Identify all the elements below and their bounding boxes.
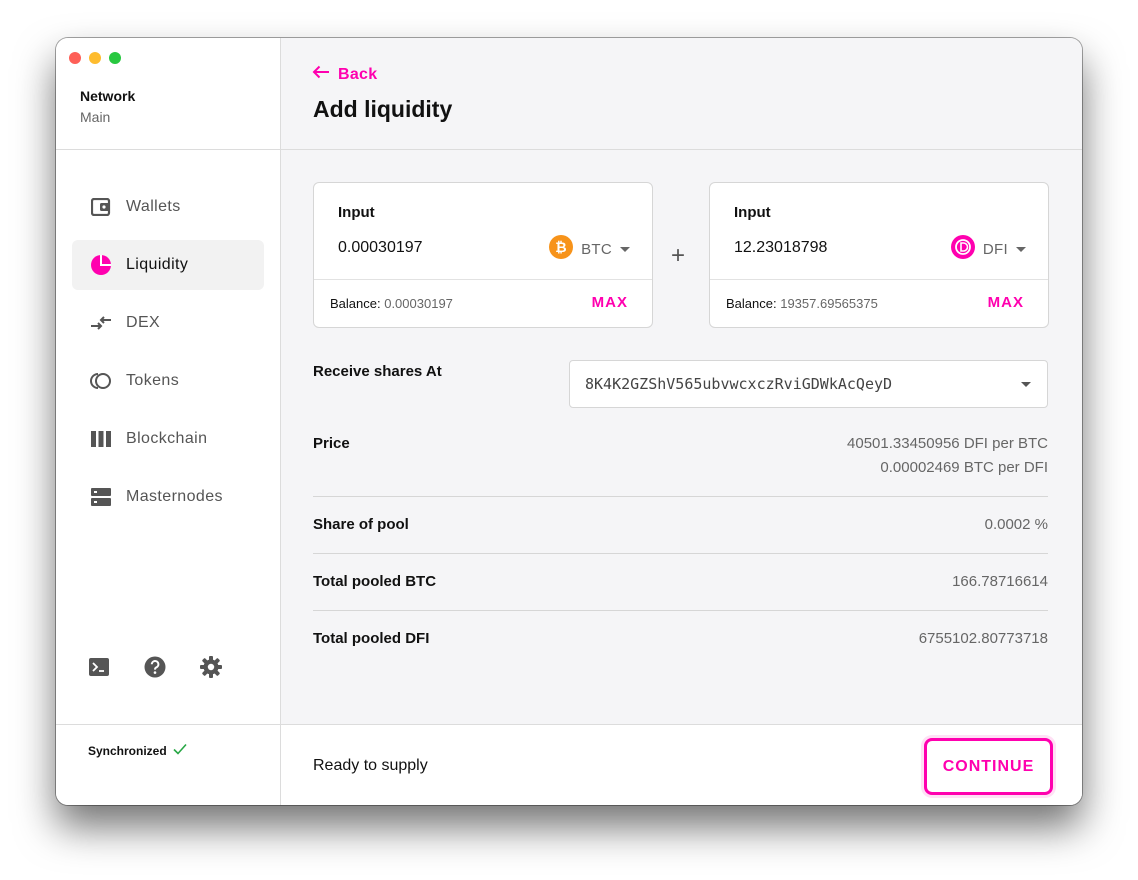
pooled-btc-value: 166.78716614 xyxy=(952,573,1048,590)
sidebar-item-label: Tokens xyxy=(126,372,180,389)
network-title: Network xyxy=(80,88,136,104)
pooled-dfi-label: Total pooled DFI xyxy=(313,630,430,647)
receive-address-value: 8K4K2GZShV565ubvwcxczRviGDWkAcQeyD xyxy=(585,375,893,393)
balance: Balance: 0.00030197 xyxy=(330,296,453,311)
back-button[interactable]: Back xyxy=(312,65,377,84)
status-text: Ready to supply xyxy=(313,757,428,774)
max-button-btc[interactable]: MAX xyxy=(592,294,628,311)
sidebar-tools xyxy=(88,656,222,678)
continue-button[interactable]: CONTINUE xyxy=(924,738,1053,795)
dfi-icon xyxy=(950,235,975,264)
btc-icon: ₿ xyxy=(549,235,574,264)
token-select-btc[interactable]: ₿ BTC xyxy=(549,235,630,264)
page-title: Add liquidity xyxy=(313,96,453,122)
sidebar-item-label: Masternodes xyxy=(126,488,223,505)
main-content: Back Add liquidity Input 0.00030197 ₿ BT… xyxy=(281,38,1082,805)
input-label: Input xyxy=(734,204,771,221)
pooled-btc-label: Total pooled BTC xyxy=(313,573,437,590)
balance-label: Balance: xyxy=(726,296,777,311)
server-icon xyxy=(90,486,112,508)
chevron-down-icon xyxy=(1016,247,1026,252)
page-header: Back Add liquidity xyxy=(281,38,1082,150)
blockchain-icon xyxy=(90,428,112,450)
divider xyxy=(313,553,1048,554)
network-info: Network Main xyxy=(80,88,135,125)
balance-value: 0.00030197 xyxy=(384,296,453,311)
sidebar-item-masternodes[interactable]: Masternodes xyxy=(72,472,264,522)
zoom-window-button[interactable] xyxy=(109,52,121,64)
price-label: Price xyxy=(313,435,350,452)
sidebar-item-tokens[interactable]: Tokens xyxy=(72,356,264,406)
page-footer: Ready to supply CONTINUE xyxy=(281,724,1082,805)
balance-value: 19357.69565375 xyxy=(780,296,878,311)
receive-label: Receive shares At xyxy=(313,363,442,380)
sidebar-item-label: DEX xyxy=(126,314,161,331)
sidebar-nav: Wallets Liquidity DEX Tokens Blockchain … xyxy=(72,182,264,530)
sidebar-item-label: Blockchain xyxy=(126,430,208,447)
network-value: Main xyxy=(80,109,111,125)
close-window-button[interactable] xyxy=(69,52,81,64)
window-controls xyxy=(69,52,121,64)
minimize-window-button[interactable] xyxy=(89,52,101,64)
back-label: Back xyxy=(338,65,378,83)
share-value: 0.0002 % xyxy=(984,516,1048,533)
card-footer: Balance: 0.00030197 MAX xyxy=(314,279,652,329)
max-button-dfi[interactable]: MAX xyxy=(988,294,1024,311)
share-row: Share of pool 0.0002 % xyxy=(313,516,1048,538)
check-icon xyxy=(173,742,187,760)
balance: Balance: 19357.69565375 xyxy=(726,296,878,311)
sidebar-divider xyxy=(56,149,280,150)
token-select-dfi[interactable]: DFI xyxy=(950,235,1026,264)
divider xyxy=(313,610,1048,611)
arrow-left-icon xyxy=(312,65,330,84)
receive-address-select[interactable]: 8K4K2GZShV565ubvwcxczRviGDWkAcQeyD xyxy=(569,360,1048,408)
dfi-amount-input[interactable]: 12.23018798 xyxy=(734,239,827,257)
pooled-dfi-row: Total pooled DFI 6755102.80773718 xyxy=(313,630,1048,652)
share-label: Share of pool xyxy=(313,516,409,533)
divider xyxy=(313,496,1048,497)
card-footer: Balance: 19357.69565375 MAX xyxy=(710,279,1048,329)
sidebar-item-wallets[interactable]: Wallets xyxy=(72,182,264,232)
terminal-icon[interactable] xyxy=(88,656,110,678)
sidebar-item-label: Liquidity xyxy=(126,256,189,273)
swap-arrows-icon xyxy=(90,312,112,334)
price-row: Price 40501.33450956 DFI per BTC 0.00002… xyxy=(313,434,1048,494)
input-card-dfi: Input 12.23018798 DFI Balance: 19357.695… xyxy=(709,182,1049,328)
chevron-down-icon xyxy=(620,247,630,252)
sidebar-item-label: Wallets xyxy=(126,198,181,215)
gear-icon[interactable] xyxy=(200,656,222,678)
price-dfi-per-btc: 40501.33450956 DFI per BTC xyxy=(847,435,1048,452)
input-label: Input xyxy=(338,204,375,221)
balance-label: Balance: xyxy=(330,296,381,311)
app-window: Network Main Wallets Liquidity DEX Token… xyxy=(56,38,1082,805)
pooled-btc-row: Total pooled BTC 166.78716614 xyxy=(313,573,1048,595)
btc-amount-input[interactable]: 0.00030197 xyxy=(338,239,423,257)
sidebar-bottom-divider xyxy=(56,724,280,725)
sidebar-item-liquidity[interactable]: Liquidity xyxy=(72,240,264,290)
plus-sign: + xyxy=(671,242,686,269)
svg-text:₿: ₿ xyxy=(555,240,566,256)
sync-status: Synchronized xyxy=(88,742,187,760)
token-name: DFI xyxy=(982,241,1008,258)
tokens-icon xyxy=(90,370,112,392)
sidebar: Network Main Wallets Liquidity DEX Token… xyxy=(56,38,281,805)
input-card-btc: Input 0.00030197 ₿ BTC Balance: 0.000301… xyxy=(313,182,653,328)
wallet-icon xyxy=(90,196,112,218)
pooled-dfi-value: 6755102.80773718 xyxy=(918,630,1048,647)
pie-chart-icon xyxy=(90,254,112,276)
sidebar-item-blockchain[interactable]: Blockchain xyxy=(72,414,264,464)
price-btc-per-dfi: 0.00002469 BTC per DFI xyxy=(880,459,1048,476)
help-icon[interactable] xyxy=(144,656,166,678)
token-name: BTC xyxy=(581,241,612,258)
sync-label: Synchronized xyxy=(88,744,167,758)
chevron-down-icon xyxy=(1021,382,1031,387)
sidebar-item-dex[interactable]: DEX xyxy=(72,298,264,348)
